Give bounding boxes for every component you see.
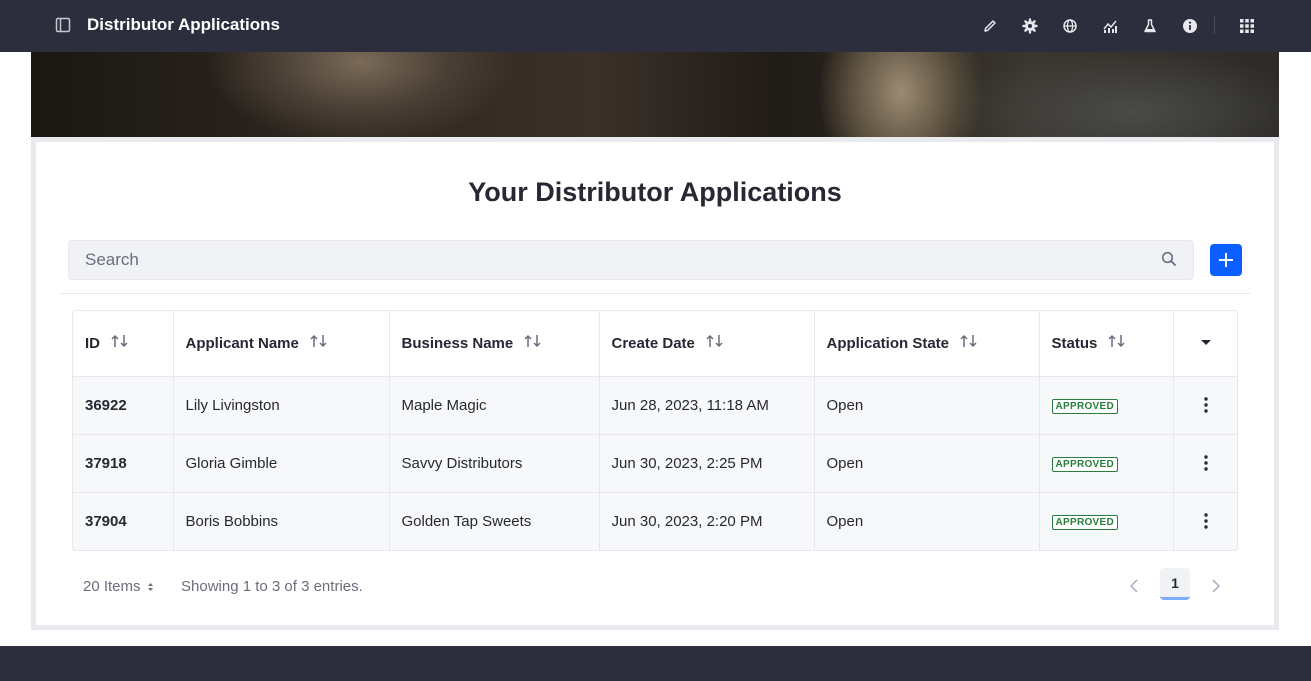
app-title: Distributor Applications	[87, 15, 280, 34]
cell-actions	[1173, 376, 1238, 434]
cell-actions	[1173, 492, 1238, 550]
globe-icon[interactable]	[1059, 15, 1081, 37]
cell-id: 36922	[73, 376, 174, 434]
status-badge: APPROVED	[1051, 399, 1119, 414]
cell-actions	[1173, 434, 1238, 492]
kebab-menu-icon[interactable]	[1174, 455, 1238, 471]
entries-summary: Showing 1 to 3 of 3 entries.	[181, 578, 363, 595]
search-input[interactable]	[69, 241, 1193, 279]
applications-card: Your Distributor Applications ID Applica…	[31, 137, 1279, 630]
cell-status: APPROVED	[1039, 376, 1174, 434]
sort-icon[interactable]	[309, 334, 329, 348]
cell-status: APPROVED	[1039, 434, 1174, 492]
sort-icon[interactable]	[1107, 334, 1127, 348]
plus-icon	[1219, 253, 1233, 267]
column-header-application-state[interactable]: Application State	[814, 311, 1040, 376]
table-row[interactable]: 37904 Boris Bobbins Golden Tap Sweets Ju…	[73, 492, 1238, 550]
page-title: Your Distributor Applications	[468, 177, 842, 207]
cell-applicant-name: Gloria Gimble	[173, 434, 390, 492]
page-1-button[interactable]: 1	[1160, 568, 1190, 600]
cell-status: APPROVED	[1039, 492, 1174, 550]
column-header-status[interactable]: Status	[1039, 311, 1174, 376]
sort-caret-icon	[147, 582, 153, 591]
table-row[interactable]: 36922 Lily Livingston Maple Magic Jun 28…	[73, 376, 1238, 434]
sort-icon[interactable]	[110, 334, 130, 348]
analytics-icon[interactable]	[1099, 15, 1121, 37]
items-per-page-select[interactable]: 20 Items	[83, 578, 154, 595]
toolbar-divider	[1214, 16, 1215, 34]
toolbar-divider-line	[60, 293, 1250, 294]
kebab-menu-icon[interactable]	[1174, 397, 1238, 413]
status-badge: APPROVED	[1051, 515, 1119, 531]
flask-icon[interactable]	[1139, 15, 1161, 37]
caret-down-icon[interactable]	[1174, 339, 1238, 347]
previous-page-icon[interactable]	[1126, 576, 1142, 596]
sidebar-toggle-icon[interactable]	[54, 16, 72, 34]
sort-icon[interactable]	[959, 334, 979, 348]
cell-business-name: Maple Magic	[389, 376, 600, 434]
sort-icon[interactable]	[523, 334, 543, 348]
cell-id: 37904	[73, 492, 174, 550]
apps-grid-icon[interactable]	[1236, 15, 1258, 37]
column-header-create-date[interactable]: Create Date	[599, 311, 815, 376]
search-bar	[68, 240, 1194, 280]
cell-applicant-name: Lily Livingston	[173, 376, 390, 434]
banner-image	[31, 52, 1279, 137]
cell-business-name: Golden Tap Sweets	[389, 492, 600, 550]
cell-application-state: Open	[814, 492, 1040, 550]
cell-create-date: Jun 28, 2023, 11:18 AM	[599, 376, 815, 434]
cell-application-state: Open	[814, 376, 1040, 434]
column-header-id[interactable]: ID	[73, 311, 174, 376]
cell-applicant-name: Boris Bobbins	[173, 492, 390, 550]
gear-icon[interactable]	[1019, 15, 1041, 37]
table-header-row: ID Applicant Name Business Name Create D…	[73, 311, 1238, 376]
next-page-icon[interactable]	[1208, 576, 1224, 596]
column-options[interactable]	[1173, 311, 1238, 376]
cell-business-name: Savvy Distributors	[389, 434, 600, 492]
pencil-icon[interactable]	[979, 15, 1001, 37]
sort-icon[interactable]	[705, 334, 725, 348]
applications-table: ID Applicant Name Business Name Create D…	[72, 310, 1238, 551]
cell-create-date: Jun 30, 2023, 2:20 PM	[599, 492, 815, 550]
search-icon[interactable]	[1161, 251, 1179, 269]
add-application-button[interactable]	[1210, 244, 1242, 276]
column-header-applicant-name[interactable]: Applicant Name	[173, 311, 390, 376]
info-icon[interactable]	[1179, 15, 1201, 37]
kebab-menu-icon[interactable]	[1174, 513, 1238, 529]
column-header-business-name[interactable]: Business Name	[389, 311, 600, 376]
footer-bar	[0, 646, 1311, 681]
items-per-page-label: 20 Items	[83, 578, 141, 595]
status-badge: APPROVED	[1051, 457, 1119, 472]
cell-application-state: Open	[814, 434, 1040, 492]
cell-id: 37918	[73, 434, 174, 492]
table-row[interactable]: 37918 Gloria Gimble Savvy Distributors J…	[73, 434, 1238, 492]
cell-create-date: Jun 30, 2023, 2:25 PM	[599, 434, 815, 492]
top-bar: Distributor Applications	[0, 0, 1311, 52]
